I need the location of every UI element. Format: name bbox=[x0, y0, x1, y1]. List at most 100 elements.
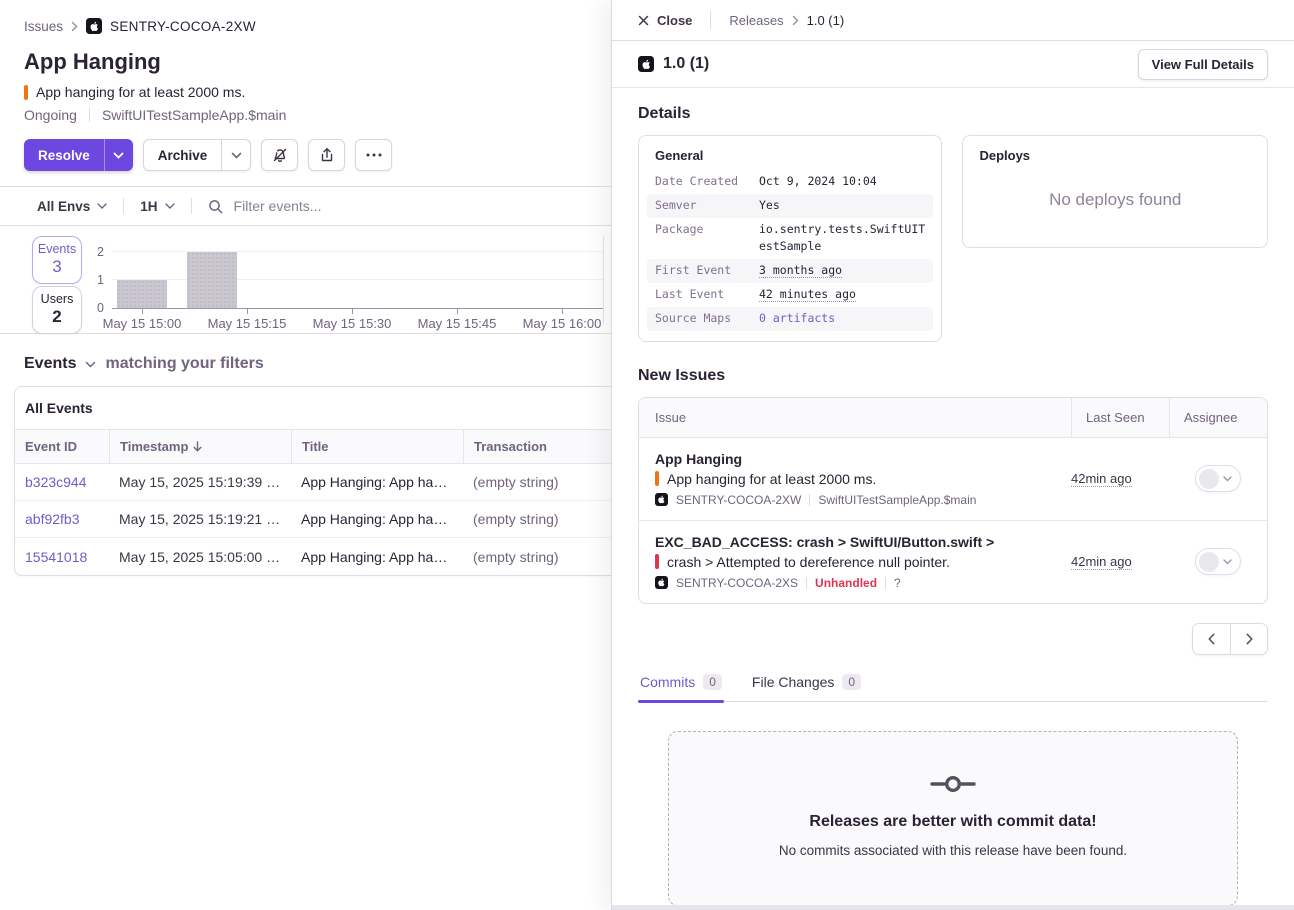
archive-dropdown-button[interactable] bbox=[221, 140, 250, 170]
assignee-dropdown[interactable] bbox=[1195, 548, 1241, 575]
close-icon bbox=[638, 15, 649, 26]
level-indicator-warning bbox=[24, 85, 28, 100]
issue-last-seen: 42min ago bbox=[1071, 471, 1169, 486]
apple-platform-icon bbox=[638, 56, 654, 72]
events-heading-suffix: matching your filters bbox=[105, 355, 263, 373]
divider bbox=[123, 198, 124, 214]
kv-value: 0 artifacts bbox=[759, 310, 925, 328]
breadcrumb-issues-link[interactable]: Issues bbox=[24, 19, 63, 34]
resolve-button-group: Resolve bbox=[24, 139, 133, 171]
users-stat-card[interactable]: Users 2 bbox=[32, 286, 82, 334]
mute-button[interactable] bbox=[261, 139, 298, 171]
tab-commits-count: 0 bbox=[703, 674, 722, 690]
issue-last-seen: 42min ago bbox=[1071, 554, 1169, 569]
avatar bbox=[1199, 552, 1219, 572]
tab-file-changes[interactable]: File Changes 0 bbox=[750, 668, 863, 701]
drawer-scrollbar-track[interactable] bbox=[612, 905, 1294, 910]
question-tag: ? bbox=[894, 576, 901, 590]
issue-project-id: SENTRY-COCOA-2XS bbox=[676, 576, 798, 590]
kv-row: Source Maps 0 artifacts bbox=[647, 307, 933, 331]
divider bbox=[806, 577, 807, 589]
tab-file-changes-label: File Changes bbox=[752, 674, 835, 690]
events-stat-label: Events bbox=[33, 242, 81, 256]
x-axis-tick-label: May 15 15:30 bbox=[297, 316, 407, 331]
issue-row[interactable]: App Hanging App hanging for at least 200… bbox=[639, 437, 1267, 520]
tab-commits[interactable]: Commits 0 bbox=[638, 668, 724, 701]
environment-filter-label: All Envs bbox=[37, 199, 90, 214]
view-full-details-button[interactable]: View Full Details bbox=[1138, 49, 1268, 80]
kv-value: 42 minutes ago bbox=[759, 286, 925, 304]
general-card: General Date Created Oct 9, 2024 10:04 S… bbox=[638, 135, 942, 342]
archive-button[interactable]: Archive bbox=[144, 140, 222, 170]
issue-message: crash > Attempted to dereference null po… bbox=[667, 554, 950, 570]
event-timestamp: May 15, 2025 15:05:00 EDT bbox=[109, 549, 291, 565]
event-id-link[interactable]: b323c944 bbox=[15, 474, 109, 490]
new-issues-table: Issue Last Seen Assignee App Hanging App… bbox=[638, 397, 1268, 604]
event-timestamp: May 15, 2025 15:19:39 EDT bbox=[109, 474, 291, 490]
kv-key: Source Maps bbox=[655, 310, 759, 328]
next-page-button[interactable] bbox=[1230, 624, 1267, 654]
drawer-close-button[interactable]: Close bbox=[638, 13, 692, 28]
event-id-link[interactable]: abf92fb3 bbox=[15, 511, 109, 527]
assignee-dropdown[interactable] bbox=[1195, 465, 1241, 492]
column-issue: Issue bbox=[639, 398, 1071, 437]
column-event-id[interactable]: Event ID bbox=[15, 430, 109, 463]
issue-title-link[interactable]: App Hanging bbox=[655, 451, 1055, 467]
sort-desc-icon bbox=[193, 441, 202, 452]
event-title: App Hanging: App hangin… bbox=[291, 474, 463, 490]
event-id-link[interactable]: 15541018 bbox=[15, 549, 109, 565]
release-title: 1.0 (1) bbox=[663, 55, 709, 73]
kv-key: Last Event bbox=[655, 286, 759, 304]
x-axis-tick-label: May 15 15:15 bbox=[192, 316, 302, 331]
issue-row[interactable]: EXC_BAD_ACCESS: crash > SwiftUI/Button.s… bbox=[639, 520, 1267, 603]
share-button[interactable] bbox=[308, 139, 345, 171]
assignee-cell bbox=[1169, 465, 1267, 492]
events-chart-plot[interactable] bbox=[112, 246, 604, 309]
drawer-breadcrumb: Releases 1.0 (1) bbox=[729, 13, 844, 28]
kv-row: Package io.sentry.tests.SwiftUITestSampl… bbox=[647, 218, 933, 260]
details-cards-row: General Date Created Oct 9, 2024 10:04 S… bbox=[638, 135, 1268, 342]
filter-events-input[interactable] bbox=[232, 197, 532, 215]
x-axis-tick-label: May 15 15:00 bbox=[87, 316, 197, 331]
releases-breadcrumb-link[interactable]: Releases bbox=[729, 13, 783, 28]
environment-filter[interactable]: All Envs bbox=[37, 199, 107, 214]
tab-commits-label: Commits bbox=[640, 674, 695, 690]
chevron-right-icon bbox=[71, 21, 78, 32]
kv-row: Date Created Oct 9, 2024 10:04 bbox=[647, 170, 933, 194]
resolve-button[interactable]: Resolve bbox=[24, 139, 104, 171]
commit-icon bbox=[929, 772, 977, 796]
time-period-label: 1H bbox=[140, 199, 157, 214]
column-last-seen: Last Seen bbox=[1071, 398, 1169, 437]
kv-row: Last Event 42 minutes ago bbox=[647, 283, 933, 307]
issue-title-link[interactable]: EXC_BAD_ACCESS: crash > SwiftUI/Button.s… bbox=[655, 534, 1055, 550]
drawer-body: Details General Date Created Oct 9, 2024… bbox=[612, 88, 1294, 906]
commits-empty-subtitle: No commits associated with this release … bbox=[689, 843, 1217, 858]
events-stat-card[interactable]: Events 3 bbox=[32, 236, 82, 284]
y-axis-tick-label: 1 bbox=[88, 273, 104, 287]
column-timestamp[interactable]: Timestamp bbox=[109, 430, 291, 463]
divider bbox=[885, 577, 886, 589]
assignee-cell bbox=[1169, 548, 1267, 575]
kv-key: Date Created bbox=[655, 173, 759, 191]
events-heading-dropdown[interactable]: Events bbox=[24, 355, 76, 373]
kv-row: Semver Yes bbox=[647, 194, 933, 218]
kv-row: First Event 3 months ago bbox=[647, 259, 933, 283]
source-maps-artifacts-link[interactable]: 0 artifacts bbox=[759, 311, 835, 325]
previous-page-button[interactable] bbox=[1193, 624, 1230, 654]
kv-key: Package bbox=[655, 221, 759, 257]
last-event-relative-time: 42 minutes ago bbox=[759, 287, 856, 302]
chevron-down-icon bbox=[113, 152, 124, 159]
apple-platform-icon bbox=[655, 576, 668, 589]
chevron-down-icon bbox=[1223, 559, 1232, 565]
kv-value: Oct 9, 2024 10:04 bbox=[759, 173, 925, 191]
column-title[interactable]: Title bbox=[291, 430, 463, 463]
issues-pagination bbox=[638, 623, 1268, 655]
time-period-filter[interactable]: 1H bbox=[140, 199, 174, 214]
issue-message: App hanging for at least 2000 ms. bbox=[36, 84, 245, 100]
drawer-header: Close Releases 1.0 (1) bbox=[612, 0, 1294, 41]
drawer-titlebar: 1.0 (1) View Full Details bbox=[612, 41, 1294, 88]
issue-message-row: crash > Attempted to dereference null po… bbox=[655, 554, 1055, 570]
deploys-card: Deploys No deploys found bbox=[962, 135, 1268, 248]
resolve-dropdown-button[interactable] bbox=[104, 139, 133, 171]
more-actions-button[interactable] bbox=[355, 139, 392, 171]
